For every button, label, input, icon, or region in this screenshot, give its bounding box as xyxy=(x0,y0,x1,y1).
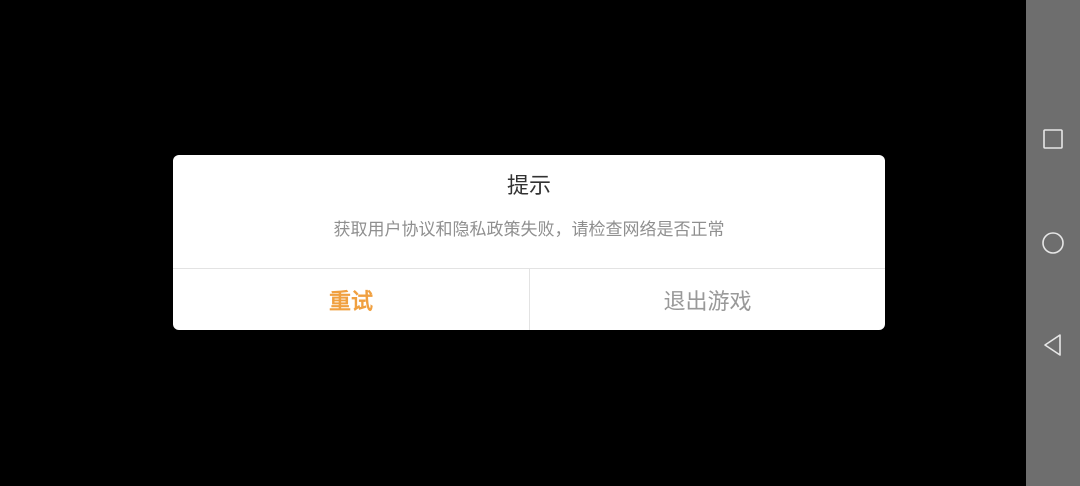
screen: 提示 获取用户协议和隐私政策失败，请检查网络是否正常 重试 退出游戏 xyxy=(0,0,1080,486)
circle-home-icon xyxy=(1042,232,1064,254)
square-recent-apps-icon xyxy=(1043,129,1063,149)
triangle-back-icon xyxy=(1044,334,1061,356)
retry-button[interactable]: 重试 xyxy=(173,269,529,330)
home-button[interactable] xyxy=(1026,216,1080,270)
exit-game-button[interactable]: 退出游戏 xyxy=(530,269,885,330)
system-navigation-bar xyxy=(1026,0,1080,486)
recent-apps-button[interactable] xyxy=(1026,112,1080,166)
dialog-message: 获取用户协议和隐私政策失败，请检查网络是否正常 xyxy=(333,220,725,240)
back-button[interactable] xyxy=(1026,318,1080,372)
alert-dialog: 提示 获取用户协议和隐私政策失败，请检查网络是否正常 重试 退出游戏 xyxy=(173,155,885,330)
dialog-title: 提示 xyxy=(506,174,551,199)
dialog-body: 提示 获取用户协议和隐私政策失败，请检查网络是否正常 xyxy=(173,155,885,269)
app-background: 提示 获取用户协议和隐私政策失败，请检查网络是否正常 重试 退出游戏 xyxy=(0,0,1026,486)
